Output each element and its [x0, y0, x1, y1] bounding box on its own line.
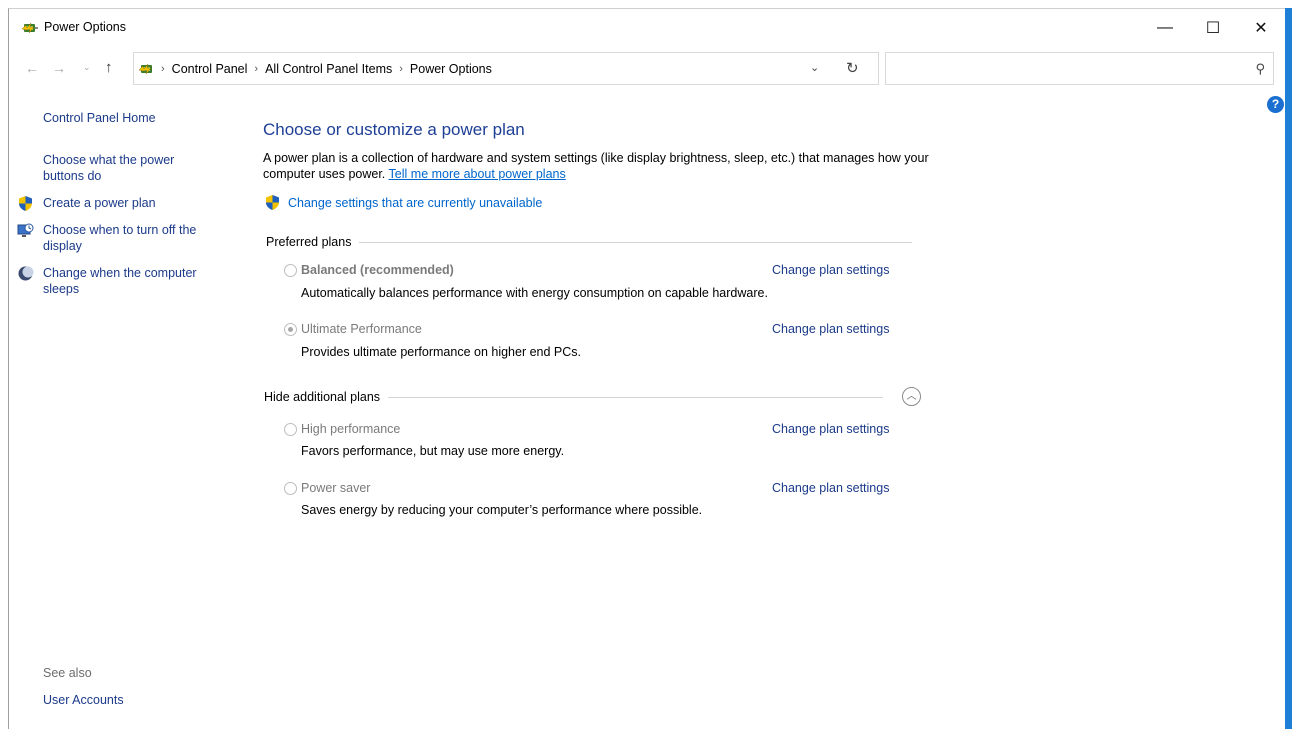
power-plans-help-link[interactable]: Tell me more about power plans: [389, 167, 566, 181]
plan-power-saver-radio-row[interactable]: Power saver: [284, 481, 370, 495]
uac-shield-icon: [266, 195, 279, 210]
search-icon[interactable]: ⚲: [1255, 61, 1265, 77]
plan-radio-button[interactable]: [284, 263, 297, 277]
address-bar[interactable]: › Control Panel › All Control Panel Item…: [133, 52, 879, 85]
breadcrumb-power-options[interactable]: Power Options: [410, 62, 492, 76]
plan-description: Favors performance, but may use more ene…: [301, 444, 565, 458]
plan-balanced-radio-row[interactable]: Balanced (recommended): [284, 263, 454, 277]
plan-radio-button[interactable]: [284, 481, 297, 495]
change-plan-settings-link[interactable]: Change plan settings: [772, 322, 889, 336]
user-accounts-link[interactable]: User Accounts: [43, 692, 124, 708]
preferred-plans-heading: Preferred plans: [266, 235, 352, 249]
plan-name: High performance: [301, 422, 401, 436]
plan-ultimate-radio-row[interactable]: Ultimate Performance: [284, 322, 422, 336]
page-title: Choose or customize a power plan: [263, 120, 525, 139]
recent-locations-chevron-icon[interactable]: ⌄: [83, 62, 91, 73]
change-plan-settings-link[interactable]: Change plan settings: [772, 481, 889, 495]
moon-icon: [18, 266, 34, 281]
sidebar-item-power-buttons[interactable]: Choose what the power buttons do: [43, 152, 203, 184]
plan-name: Ultimate Performance: [301, 322, 422, 336]
uac-shield-icon: [19, 196, 32, 211]
breadcrumb: › Control Panel › All Control Panel Item…: [161, 62, 492, 76]
see-also-heading: See also: [43, 666, 92, 680]
section-divider: [388, 396, 884, 398]
plan-radio-button[interactable]: [284, 422, 297, 436]
hide-additional-plans-heading[interactable]: Hide additional plans: [264, 390, 380, 404]
up-arrow-icon[interactable]: ↑: [105, 59, 113, 76]
preferred-plans-section: Preferred plans: [266, 235, 913, 249]
plan-radio-button-selected[interactable]: [284, 322, 297, 336]
power-options-icon: [138, 63, 152, 75]
control-panel-home-link[interactable]: Control Panel Home: [43, 110, 156, 126]
change-plan-settings-link[interactable]: Change plan settings: [772, 263, 889, 277]
breadcrumb-control-panel[interactable]: Control Panel: [172, 62, 248, 76]
help-icon[interactable]: ?: [1267, 96, 1284, 113]
plan-name: Power saver: [301, 481, 371, 495]
refresh-icon[interactable]: ↻: [846, 59, 859, 77]
window-title: Power Options: [44, 20, 126, 34]
power-options-window: Power Options — ☐ ✕ ← → ⌄ ↑ › Control Pa…: [8, 8, 1285, 729]
change-unavailable-settings-label: Change settings that are currently unava…: [288, 195, 543, 210]
section-divider: [359, 241, 913, 243]
address-dropdown-icon[interactable]: ⌄: [810, 61, 819, 74]
breadcrumb-separator-icon[interactable]: ›: [161, 63, 165, 75]
sidebar-item-display-off[interactable]: Choose when to turn off the display: [43, 222, 223, 254]
additional-plans-section: Hide additional plans: [264, 390, 884, 404]
title-bar[interactable]: Power Options — ☐ ✕: [9, 9, 1286, 46]
plan-description: Saves energy by reducing your computer’s…: [301, 503, 703, 517]
page-description-text: A power plan is a collection of hardware…: [263, 151, 929, 181]
minimize-button[interactable]: —: [1142, 9, 1188, 46]
power-options-icon: [21, 22, 38, 34]
maximize-button[interactable]: ☐: [1190, 9, 1236, 46]
sidebar-item-computer-sleeps[interactable]: Change when the computer sleeps: [43, 265, 223, 297]
page-description: A power plan is a collection of hardware…: [263, 150, 943, 182]
sidebar-item-create-plan[interactable]: Create a power plan: [43, 195, 156, 211]
change-unavailable-settings-link[interactable]: Change settings that are currently unava…: [264, 194, 542, 211]
breadcrumb-all-items[interactable]: All Control Panel Items: [265, 62, 392, 76]
collapse-chevron-up-icon[interactable]: ︿: [902, 387, 921, 406]
window-focus-accent-right: [1285, 8, 1292, 729]
back-arrow-icon[interactable]: ←: [25, 60, 39, 76]
forward-arrow-icon[interactable]: →: [52, 60, 66, 76]
plan-description: Provides ultimate performance on higher …: [301, 345, 582, 359]
display-icon: [17, 223, 34, 237]
plan-high-performance-radio-row[interactable]: High performance: [284, 422, 400, 436]
plan-description: Automatically balances performance with …: [301, 286, 768, 300]
breadcrumb-separator-icon[interactable]: ›: [254, 63, 258, 75]
search-input[interactable]: ⚲: [885, 52, 1274, 85]
breadcrumb-separator-icon[interactable]: ›: [399, 63, 403, 75]
close-button[interactable]: ✕: [1238, 9, 1284, 46]
plan-name: Balanced (recommended): [301, 263, 454, 277]
change-plan-settings-link[interactable]: Change plan settings: [772, 422, 889, 436]
